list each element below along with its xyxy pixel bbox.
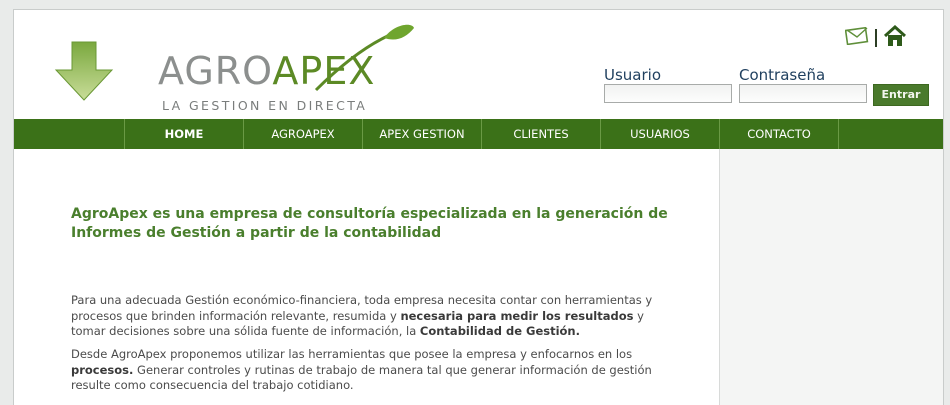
nav-item-clientes[interactable]: CLIENTES [481,119,600,149]
nav-item-contacto[interactable]: CONTACTO [719,119,838,149]
logo-tagline: LA GESTION EN DIRECTA [162,98,368,113]
p2-text-b: procesos. [71,362,134,377]
p2-text-c: Generar controles y rutinas de trabajo d… [71,362,652,393]
p1-text-d: Contabilidad de Gestión. [419,324,580,338]
p1-text-b: necesaria para medir los resultados [400,308,634,323]
intro-paragraph-1: Para una adecuada Gestión económico-fina… [71,293,671,340]
main-nav: HOME AGROAPEX APEX GESTION CLIENTES USUA… [14,119,943,149]
nav-item-agroapex[interactable]: AGROAPEX [243,119,362,149]
password-input[interactable] [739,84,867,103]
logo-part-agro: AGRO [158,49,273,93]
header: AGROAPEX LA GESTION EN DIRECTA Usuario C… [14,10,943,119]
mail-icon[interactable] [844,26,869,49]
nav-item-usuarios[interactable]: USUARIOS [600,119,719,149]
nav-item-home[interactable]: HOME [124,119,243,149]
username-input[interactable] [604,84,732,103]
logo-wordmark: AGROAPEX [158,52,375,90]
password-label: Contraseña [739,66,826,84]
top-icons [844,24,907,51]
page-frame: AGROAPEX LA GESTION EN DIRECTA Usuario C… [13,9,944,405]
p2-text-a: Desde AgroApex proponemos utilizar las h… [71,347,633,361]
intro-headline: AgroApex es una empresa de consultoría e… [71,206,668,241]
nav-item-apex-gestion[interactable]: APEX GESTION [362,119,481,149]
login-button[interactable]: Entrar [873,84,929,106]
intro-paragraph-2: Desde AgroApex proponemos utilizar las h… [71,347,671,394]
icon-separator [875,29,877,47]
nav-divider [838,119,839,149]
home-icon[interactable] [883,24,907,51]
main-content: AgroApex es una empresa de consultoría e… [14,149,719,405]
agroapex-logo[interactable]: AGROAPEX LA GESTION EN DIRECTA [54,22,414,114]
sidebar [719,149,943,405]
logo-part-apex: APEX [272,49,376,93]
username-label: Usuario [604,66,662,84]
